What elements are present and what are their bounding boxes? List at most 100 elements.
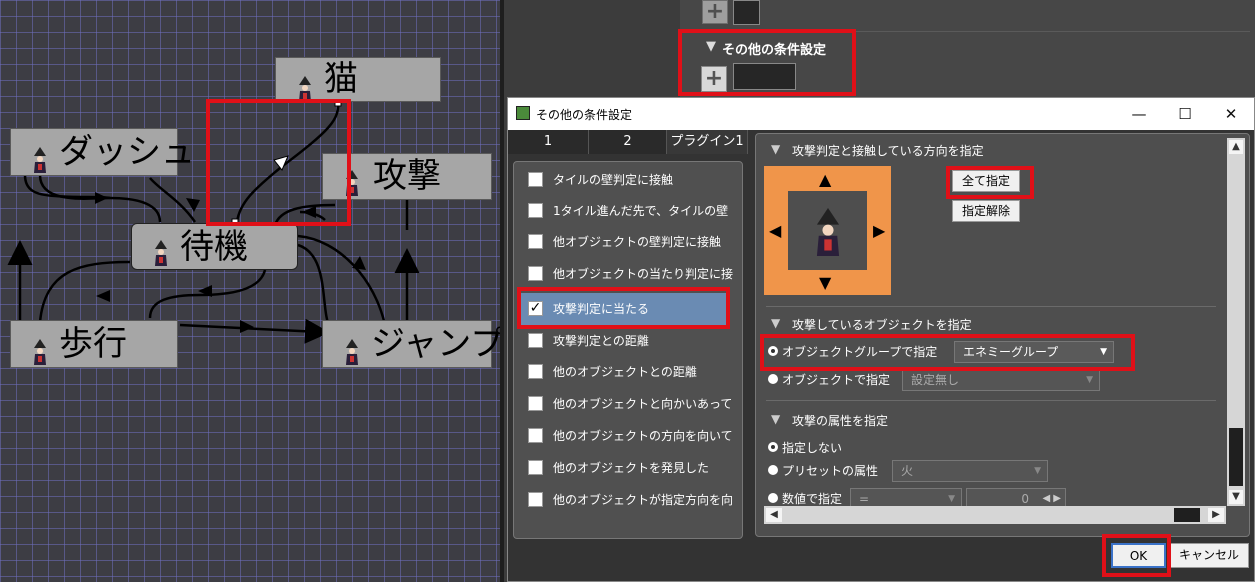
- checkbox[interactable]: [528, 460, 543, 475]
- checkbox[interactable]: [528, 364, 543, 379]
- condition-item[interactable]: 他のオブジェクトとの距離: [522, 358, 740, 386]
- node-label: 猫: [324, 59, 358, 99]
- checkbox[interactable]: [528, 266, 543, 281]
- app-icon: [516, 106, 530, 120]
- character-sprite-icon: [299, 76, 311, 102]
- condition-item[interactable]: 他のオブジェクトが指定方向を向: [522, 486, 740, 514]
- group-select[interactable]: エネミーグループ ▼: [954, 341, 1114, 363]
- radio-by-object[interactable]: [768, 374, 778, 384]
- node-dash[interactable]: ダッシュ: [10, 128, 195, 176]
- arrow-head-2: [96, 290, 110, 302]
- arrow-left-icon[interactable]: ◀: [769, 221, 781, 240]
- checkbox[interactable]: [528, 333, 543, 348]
- tab-2[interactable]: 2: [589, 130, 667, 154]
- character-sprite-icon: [34, 147, 46, 173]
- object-section-title: 攻撃しているオブジェクトを指定: [792, 318, 972, 332]
- arrow-up-icon[interactable]: ▲: [819, 170, 831, 189]
- condition-item[interactable]: タイルの壁判定に接触: [522, 166, 740, 194]
- checkbox[interactable]: [528, 234, 543, 249]
- condition-item[interactable]: 攻撃判定との距離: [522, 327, 740, 355]
- condition-item[interactable]: 他のオブジェクトの方向を向いて: [522, 422, 740, 450]
- arrow-head-6: [240, 320, 254, 333]
- radio-numeric[interactable]: [768, 493, 778, 503]
- select-all-button[interactable]: 全て指定: [952, 170, 1020, 192]
- condition-list: タイルの壁判定に接触 1タイル進んだ先で、タイルの壁 他オブジェクトの壁判定に接…: [513, 161, 743, 539]
- checkbox[interactable]: [528, 172, 543, 187]
- other-conditions-dialog: その他の条件設定 — ☐ ✕ 1 2 プラグイン1 タイルの壁判定に接触 1タイ…: [507, 97, 1255, 582]
- triangle-down-icon: ▼: [771, 316, 781, 330]
- character-sprite-icon: [346, 339, 358, 365]
- triangle-down-icon: ▼: [771, 142, 781, 156]
- node-wait[interactable]: 待機: [131, 223, 298, 270]
- arrow-down-icon[interactable]: ▼: [819, 273, 831, 292]
- condition-slot: [733, 63, 796, 90]
- node-label: ジャンプ: [371, 324, 505, 364]
- arrow-right-icon[interactable]: ▶: [873, 221, 885, 240]
- numeric-value: 0: [1021, 492, 1029, 506]
- scroll-right-icon[interactable]: ▶: [1208, 508, 1224, 522]
- scroll-down-icon[interactable]: ▼: [1229, 490, 1243, 504]
- vertical-scrollbar[interactable]: ▲ ▼: [1227, 138, 1245, 506]
- dialog-title: その他の条件設定: [536, 108, 633, 122]
- character-sprite-icon: [34, 339, 46, 365]
- condition-item[interactable]: 他オブジェクトの当たり判定に接: [522, 260, 740, 288]
- preset-select-value: 火: [901, 464, 914, 478]
- arrow-wait-to-jump: [297, 234, 387, 326]
- arrow-head-4: [352, 256, 366, 270]
- radio-none-selected[interactable]: [768, 442, 778, 452]
- preset-label: プリセットの属性: [782, 464, 879, 478]
- horizontal-scrollbar[interactable]: ◀ ▶: [764, 506, 1226, 524]
- condition-slot-prev: [733, 0, 760, 25]
- object-select[interactable]: 設定無し ▼: [902, 369, 1100, 391]
- node-label: 歩行: [59, 324, 127, 364]
- by-object-label: オブジェクトで指定: [782, 373, 891, 387]
- condition-settings-panel: ▼ 攻撃判定と接触している方向を指定 ▲ ▼ ◀ ▶ 全て指定 指定解除 ▼ 攻…: [755, 133, 1250, 537]
- condition-item[interactable]: 他オブジェクトの壁判定に接触: [522, 228, 740, 256]
- node-attack[interactable]: 攻撃: [322, 153, 492, 200]
- direction-section-title: 攻撃判定と接触している方向を指定: [792, 144, 984, 158]
- separator: [700, 31, 1250, 32]
- character-sprite-icon: [155, 240, 167, 266]
- triangle-down-icon: ▼: [706, 39, 716, 54]
- hscrollbar-thumb[interactable]: [1174, 508, 1200, 522]
- character-sprite-icon: [346, 170, 358, 196]
- minimize-icon[interactable]: —: [1116, 98, 1162, 130]
- scroll-left-icon[interactable]: ◀: [766, 508, 782, 522]
- condition-item[interactable]: 他のオブジェクトを発見した: [522, 454, 740, 482]
- node-cat[interactable]: 猫: [275, 57, 441, 102]
- check-icon[interactable]: ✓: [528, 301, 543, 316]
- maximize-icon[interactable]: ☐: [1162, 98, 1208, 130]
- close-icon[interactable]: ✕: [1208, 98, 1254, 130]
- deselect-all-button[interactable]: 指定解除: [952, 200, 1020, 222]
- node-walk[interactable]: 歩行: [10, 320, 178, 368]
- scroll-up-icon[interactable]: ▲: [1229, 140, 1243, 154]
- add-condition-button-prev[interactable]: +: [702, 0, 728, 24]
- condition-item[interactable]: 1タイル進んだ先で、タイルの壁: [522, 197, 740, 225]
- numeric-operator-value: =: [859, 492, 870, 506]
- node-jump[interactable]: ジャンプ: [322, 320, 504, 368]
- scrollbar-thumb[interactable]: [1229, 428, 1243, 486]
- character-sprite-icon: [816, 208, 840, 256]
- node-label: ダッシュ: [59, 132, 195, 172]
- tab-1[interactable]: 1: [508, 130, 589, 154]
- cancel-button[interactable]: キャンセル: [1169, 543, 1249, 568]
- radio-preset[interactable]: [768, 465, 778, 475]
- arrow-wait-to-jump-2: [297, 243, 332, 329]
- checkbox[interactable]: [528, 492, 543, 507]
- arrow-head-1: [95, 192, 108, 204]
- condition-item-selected[interactable]: ✓ 攻撃判定に当たる: [518, 293, 728, 325]
- tab-plugin1[interactable]: プラグイン1: [667, 130, 748, 154]
- by-group-label: オブジェクトグループで指定: [782, 345, 938, 359]
- checkbox[interactable]: [528, 396, 543, 411]
- checkbox[interactable]: [528, 203, 543, 218]
- state-graph-canvas[interactable]: 猫 ダッシュ 攻撃 待機 歩行 ジャンプ: [0, 0, 504, 582]
- arrow-wait-to-attack: [273, 203, 336, 226]
- group-select-value: エネミーグループ: [963, 345, 1059, 359]
- preset-select[interactable]: 火 ▼: [892, 460, 1048, 482]
- checkbox[interactable]: [528, 428, 543, 443]
- plus-icon[interactable]: +: [701, 66, 727, 92]
- ok-button[interactable]: OK: [1111, 543, 1166, 568]
- condition-item[interactable]: 他のオブジェクトと向かいあって: [522, 390, 740, 418]
- radio-by-group-selected[interactable]: [768, 346, 778, 356]
- triangle-down-icon: ▼: [771, 412, 781, 426]
